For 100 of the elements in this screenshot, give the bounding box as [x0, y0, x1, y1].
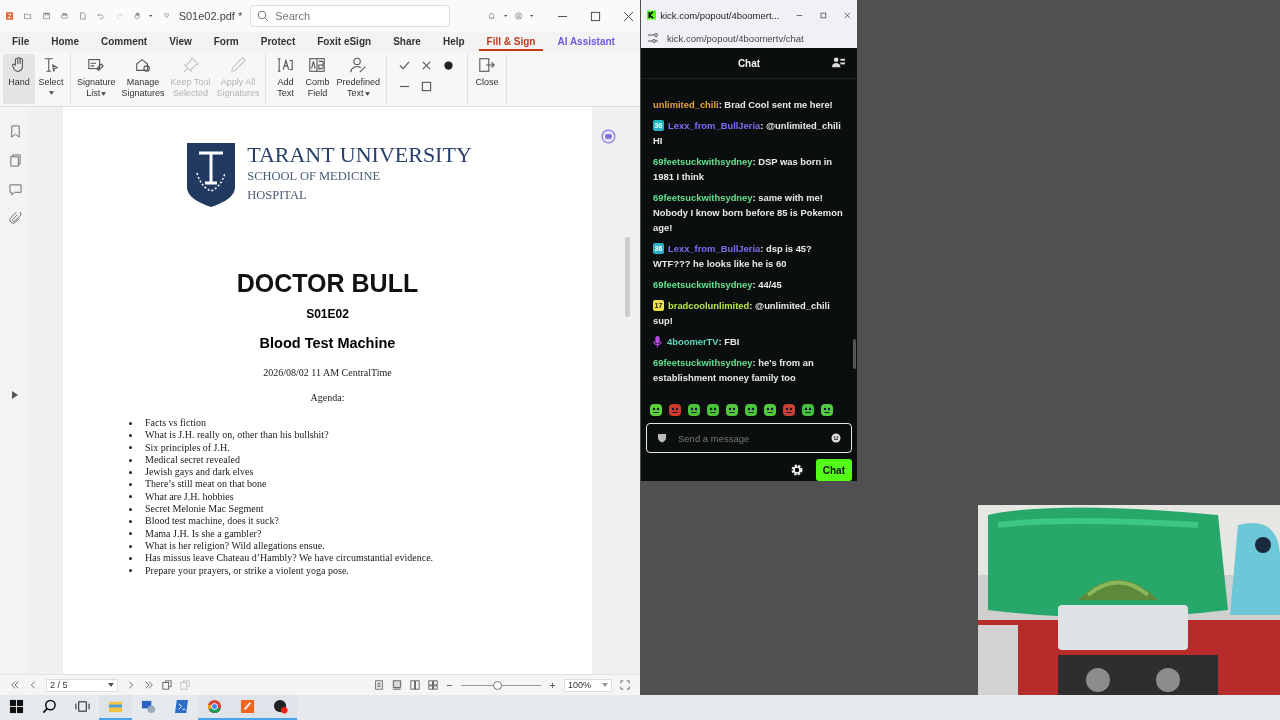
caret-icon[interactable]: [503, 14, 507, 18]
chat-username[interactable]: 69feetsuckwithsydney: [653, 154, 753, 169]
menu-tab[interactable]: Protect: [252, 33, 304, 51]
kick-logo-icon: [647, 9, 657, 21]
emote-icon[interactable]: [706, 403, 720, 417]
fullscreen-icon[interactable]: [620, 680, 630, 690]
chat-username[interactable]: 4boomerTV: [667, 334, 719, 349]
reader-app-icon[interactable]: [240, 699, 255, 714]
bullet-icon: [129, 532, 132, 536]
save-icon[interactable]: [42, 9, 50, 23]
menu-tab[interactable]: Form: [205, 33, 247, 51]
menu-tab[interactable]: Foxit eSign: [309, 33, 380, 51]
agenda-item: There’s still meat on that bone: [145, 478, 267, 491]
agenda-item: Prepare your prayers, or strike a violent yoga pose.: [145, 564, 349, 577]
menu-tab[interactable]: Help: [434, 33, 473, 51]
emote-icon[interactable]: [820, 403, 834, 417]
computer-icon[interactable]: [141, 699, 156, 714]
search-icon: [257, 10, 270, 22]
ribbon-button[interactable]: Hand: [3, 54, 35, 104]
chat-username[interactable]: 69feetsuckwithsydney: [653, 277, 753, 292]
taskbar-button[interactable]: [264, 695, 297, 720]
square-icon[interactable]: [421, 81, 432, 92]
pages-icon[interactable]: [8, 154, 22, 167]
emote-icon[interactable]: [744, 403, 758, 417]
page-number-field[interactable]: 2 / 5: [46, 678, 118, 692]
agenda-item: Blood test machine, does it suck?: [145, 515, 279, 528]
emote-icon[interactable]: [763, 403, 777, 417]
attachment-icon[interactable]: [8, 212, 22, 225]
caret-icon[interactable]: [364, 91, 370, 96]
ribbon-button[interactable]: Manage Signatures: [118, 54, 168, 104]
search-field[interactable]: Search: [250, 5, 451, 27]
chat-message-text: HI: [653, 134, 663, 148]
next-page-icon[interactable]: [126, 680, 136, 690]
ribbon-button[interactable]: Predefined Text: [333, 54, 383, 104]
menu-tab[interactable]: Home: [43, 33, 88, 51]
ribbon-button[interactable]: Add Text: [269, 54, 302, 104]
users-icon[interactable]: [832, 56, 845, 69]
shield-icon[interactable]: [657, 433, 667, 443]
app-logo-icon[interactable]: [6, 9, 14, 23]
emoji-icon[interactable]: [831, 433, 841, 443]
menu-tab[interactable]: Comment: [93, 33, 156, 51]
emote-icon[interactable]: [725, 403, 739, 417]
emote-icon[interactable]: [801, 403, 815, 417]
send-button[interactable]: Chat: [815, 459, 852, 481]
caret-icon[interactable]: [101, 91, 107, 96]
ribbon-button[interactable]: Comb Field: [301, 54, 334, 104]
caret-icon[interactable]: [149, 14, 153, 18]
menu-tab[interactable]: Share: [385, 33, 429, 51]
close-icon[interactable]: [844, 10, 851, 20]
ribbon-button[interactable]: Signature List: [74, 54, 119, 104]
checkmark-icon[interactable]: [399, 60, 410, 71]
settings-icon[interactable]: [789, 463, 804, 477]
menu-tab[interactable]: AI Assistant: [549, 33, 623, 51]
chat-message-text: establishment money family too: [653, 371, 796, 385]
message-input[interactable]: Send a message: [646, 423, 852, 453]
emote-icon[interactable]: [687, 403, 701, 417]
continuous-facing-icon[interactable]: [428, 680, 438, 690]
browser-icon[interactable]: [207, 699, 222, 714]
cross-icon[interactable]: [421, 60, 432, 71]
bookmark-icon[interactable]: [8, 125, 22, 138]
expand-arrow-icon[interactable]: [12, 391, 18, 399]
exit-icon: [478, 56, 496, 74]
first-page-icon[interactable]: [10, 680, 20, 690]
chat-username[interactable]: unlimited_chili: [653, 97, 719, 112]
task-view-icon[interactable]: [75, 699, 90, 714]
terminal-icon[interactable]: [174, 699, 189, 714]
maximize-icon[interactable]: [820, 10, 828, 20]
chat-header-title: Chat: [737, 57, 761, 69]
copy-page-icon[interactable]: [162, 680, 172, 690]
zoom-field[interactable]: 100%: [564, 678, 612, 692]
maximize-icon[interactable]: [590, 10, 602, 22]
ribbon-button[interactable]: Select: [35, 54, 67, 104]
assistant-icon[interactable]: [600, 129, 616, 144]
recorder-icon[interactable]: [273, 699, 288, 714]
single-page-icon[interactable]: [374, 680, 384, 690]
caret-icon[interactable]: [108, 683, 114, 687]
comment-icon[interactable]: [8, 183, 22, 196]
chat-message-text: : @unlimited_chili: [749, 299, 830, 313]
ribbon-button[interactable]: Close: [471, 54, 503, 104]
last-page-icon[interactable]: [144, 680, 154, 690]
caret-icon[interactable]: [48, 91, 54, 95]
windows-logo-icon[interactable]: [9, 699, 24, 714]
facing-pages-icon[interactable]: [410, 680, 420, 690]
close-icon[interactable]: [623, 10, 635, 22]
dot-icon[interactable]: [443, 60, 454, 71]
site-settings-icon[interactable]: [647, 32, 659, 44]
pen-icon: [228, 56, 247, 74]
document-title: DOCTOR BULL: [236, 268, 419, 298]
menu-tab[interactable]: View: [161, 33, 200, 51]
emote-icon[interactable]: [649, 403, 663, 417]
chat-username[interactable]: 69feetsuckwithsydney: [653, 355, 753, 370]
chat-username[interactable]: 69feetsuckwithsydney: [653, 190, 753, 205]
search-icon[interactable]: [42, 699, 57, 714]
caret-icon[interactable]: [529, 14, 534, 18]
menu-tab[interactable]: File: [4, 33, 38, 51]
continuous-page-icon[interactable]: [392, 680, 402, 690]
previous-page-icon[interactable]: [28, 680, 38, 690]
slider-thumb[interactable]: [493, 680, 502, 690]
zoom-in-icon[interactable]: [549, 681, 556, 689]
user-icon[interactable]: [514, 9, 522, 23]
